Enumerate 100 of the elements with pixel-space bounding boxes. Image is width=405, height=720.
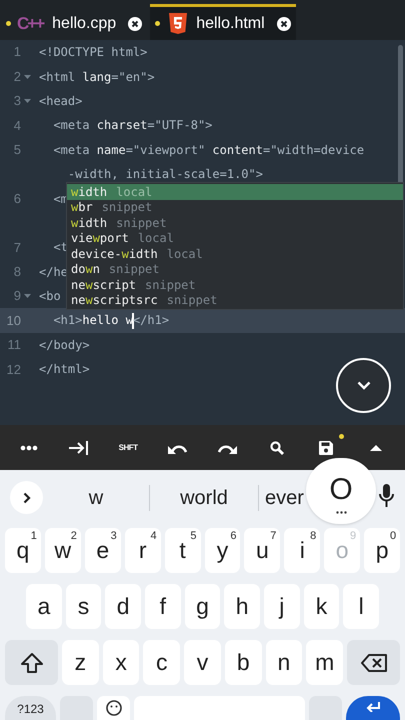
chevron-down-icon (356, 381, 370, 390)
completion-source: snippet (108, 261, 160, 278)
letter-key[interactable]: l (343, 584, 380, 629)
key-hint: 0 (390, 529, 396, 544)
close-icon[interactable] (276, 16, 291, 30)
line-number: 8 (12, 262, 22, 281)
backspace-icon (360, 652, 387, 672)
completion-source: local (116, 184, 152, 201)
completion-source: snippet (166, 292, 218, 310)
completion-item[interactable]: down snippet (67, 262, 403, 277)
letter-key[interactable]: z (62, 640, 99, 685)
completion-label: viewport (71, 230, 129, 248)
modified-dot-icon (155, 21, 160, 26)
letter-key[interactable]: f (145, 584, 181, 629)
tab-label: hello.cpp (52, 14, 116, 34)
completion-item[interactable]: width snippet (67, 215, 403, 230)
code-line: <head> (39, 92, 82, 110)
key-hint: 1 (30, 529, 37, 544)
letter-key[interactable]: d (105, 584, 142, 629)
code-line: <meta charset="UTF-8"> (52, 117, 212, 134)
close-icon[interactable] (128, 16, 142, 30)
code-line: <bo (39, 288, 61, 306)
code-line: <!DOCTYPE html> (39, 44, 148, 62)
chevron-right-icon (22, 492, 30, 504)
fold-arrow-icon[interactable] (24, 294, 31, 298)
letter-key[interactable]: n (266, 640, 302, 685)
fold-arrow-icon[interactable] (24, 74, 31, 79)
cpp-logo: C++ (17, 12, 45, 35)
smiley-icon (106, 700, 122, 716)
search-icon (270, 440, 284, 454)
enter-arrow-icon (365, 702, 381, 712)
more-icon (20, 444, 38, 450)
line-number: 12 (6, 360, 22, 379)
letter-key[interactable]: k (304, 584, 340, 629)
completion-item[interactable]: width local (67, 184, 403, 200)
line-number: 2 (12, 68, 22, 86)
line-number: 5 (12, 141, 22, 159)
line-number: 3 (12, 92, 22, 110)
letter-key[interactable]: b (224, 640, 262, 685)
letter-key[interactable]: j (264, 584, 300, 629)
editor-tab[interactable]: hello.html (150, 4, 296, 40)
key-hint: 9 (350, 529, 356, 544)
html5-logo-icon (169, 13, 188, 34)
key-hint: 8 (310, 529, 316, 544)
caret-up-icon (370, 444, 382, 450)
letter-key[interactable]: s (66, 584, 102, 629)
symbols-key[interactable]: ?123 (5, 696, 56, 720)
suggestion-chip[interactable]: ever (259, 478, 305, 518)
completion-source: local (166, 246, 203, 263)
line-number: 10 (6, 312, 22, 330)
save-icon (319, 440, 334, 454)
completion-label: down (71, 261, 100, 278)
line-number: 6 (12, 190, 22, 208)
letter-key[interactable]: i 8 (284, 528, 320, 573)
completion-item[interactable]: newscript snippet (67, 277, 403, 292)
shift-arrow-icon (20, 652, 44, 674)
more-options-icon (336, 510, 346, 514)
line-number: 1 (12, 43, 22, 62)
suggestion-chip[interactable]: w (43, 478, 149, 518)
completion-item[interactable]: newscriptsrc snippet (67, 292, 403, 308)
tab-arrow-icon (69, 440, 88, 454)
microphone-icon[interactable] (379, 484, 394, 508)
expand-button[interactable] (10, 481, 43, 514)
letter-key[interactable]: c (143, 640, 180, 685)
key-hint: 7 (270, 529, 276, 544)
fold-arrow-icon[interactable] (24, 98, 31, 103)
suggestion-chip[interactable]: world (150, 478, 258, 518)
key-preview-letter: O (329, 474, 353, 504)
code-line: <html lang="en"> (39, 68, 155, 86)
completion-label: newscript (71, 276, 136, 294)
code-line: <t (52, 239, 68, 256)
letter-key[interactable]: a (26, 584, 62, 629)
completion-item[interactable]: viewport local (67, 230, 403, 246)
completion-source: snippet (116, 214, 167, 232)
completion-label: newscriptsrc (71, 292, 158, 310)
shift-key[interactable] (5, 640, 58, 685)
shift-button[interactable]: SHFT (109, 438, 148, 458)
letter-key[interactable]: m (306, 640, 344, 685)
completion-item[interactable]: wbr snippet (67, 200, 403, 215)
completion-source: local (138, 230, 174, 248)
completion-label: wbr (71, 199, 93, 216)
letter-key[interactable]: v (184, 640, 221, 685)
code-line: -width, initial-scale=1.0"> (66, 166, 263, 184)
line-number: 7 (12, 238, 22, 257)
completion-item[interactable]: device-width local (67, 246, 403, 262)
code-line: <meta name="viewport" content="width=device (52, 142, 364, 159)
completion-source: snippet (145, 276, 196, 294)
key-hint: 3 (110, 529, 117, 544)
completion-label: device-width (71, 246, 158, 263)
key-hint: 4 (150, 529, 157, 544)
backspace-key[interactable] (347, 640, 400, 685)
code-line: </body> (39, 336, 90, 354)
completion-label: width (71, 214, 108, 232)
letter-key[interactable]: h (224, 584, 260, 629)
letter-key[interactable]: x (102, 640, 140, 685)
letter-key[interactable]: g (184, 584, 220, 629)
completion-source: snippet (102, 199, 152, 216)
letter-key[interactable]: t 5 (164, 528, 201, 573)
key-hint: 6 (230, 529, 236, 544)
line-number: 4 (12, 116, 22, 135)
